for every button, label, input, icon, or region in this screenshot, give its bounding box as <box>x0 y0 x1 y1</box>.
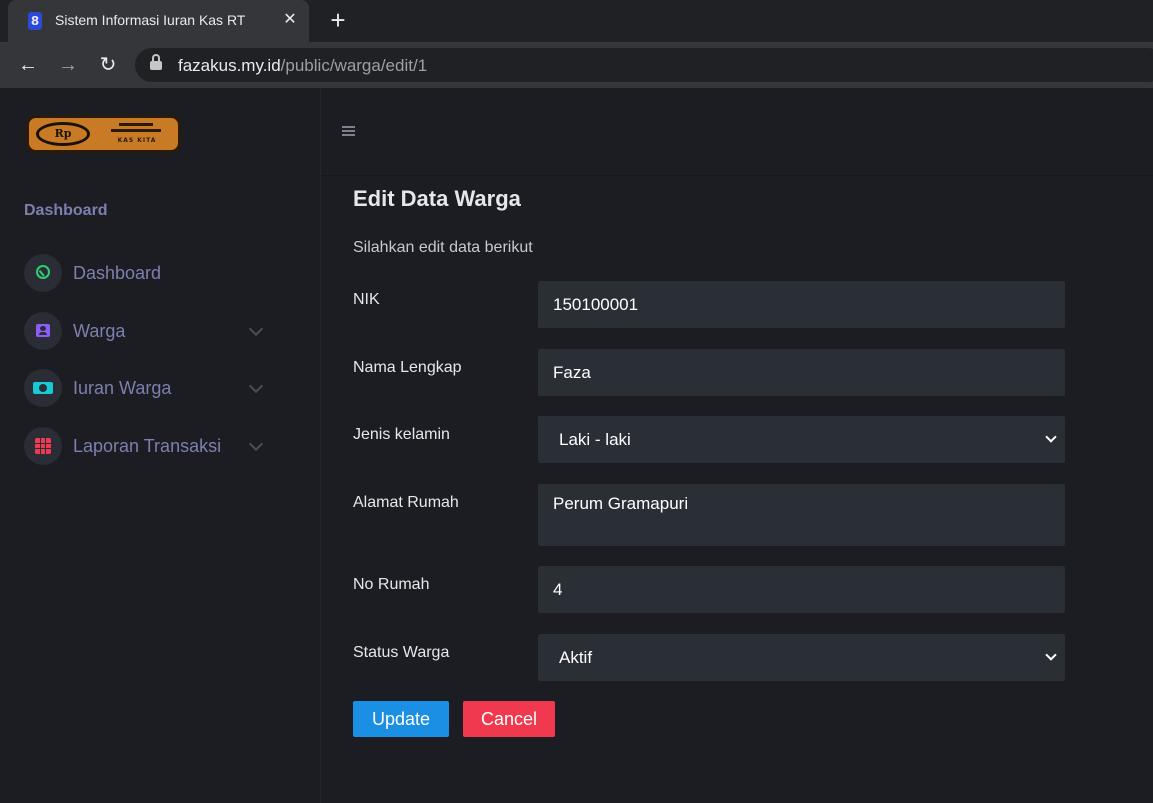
app-logo[interactable]: Rp KAS KITA <box>26 115 181 153</box>
chevron-down-icon <box>248 378 264 394</box>
cancel-button[interactable]: Cancel <box>463 701 555 737</box>
logo-coin-icon: Rp <box>36 122 90 146</box>
chevron-down-icon <box>248 321 264 337</box>
sidebar-item-label: Iuran Warga <box>73 378 172 398</box>
close-tab-icon[interactable]: ✕ <box>279 9 301 31</box>
status-warga-select[interactable]: Aktif <box>538 634 1065 681</box>
new-tab-icon[interactable]: + <box>325 7 351 34</box>
url-host: fazakus.my.id <box>178 56 281 75</box>
gauge-icon <box>24 254 62 292</box>
address-bar[interactable]: fazakus.my.id/public/warga/edit/1 <box>135 48 1153 82</box>
nama-lengkap-label: Nama Lengkap <box>353 359 462 376</box>
sidebar-item-label: Dashboard <box>73 263 162 283</box>
tab-title: Sistem Informasi Iuran Kas RT <box>55 12 246 28</box>
alamat-rumah-textarea[interactable]: Perum Gramapuri <box>538 484 1065 546</box>
browser-tab-bar: 8 Sistem Informasi Iuran Kas RT ✕ + <box>0 0 1153 42</box>
nik-label: NIK <box>353 291 380 308</box>
browser-tab[interactable]: 8 Sistem Informasi Iuran Kas RT ✕ <box>8 0 309 42</box>
top-navbar <box>322 88 1153 176</box>
back-arrow-icon[interactable]: ← <box>15 51 41 79</box>
status-warga-selected-value: Aktif <box>559 648 593 667</box>
forward-arrow-icon[interactable]: → <box>55 51 81 79</box>
url-text[interactable]: fazakus.my.id/public/warga/edit/1 <box>178 56 427 76</box>
page-subtitle: Silahkan edit data berikut <box>353 239 533 256</box>
person-card-icon <box>24 312 62 350</box>
main-content: Edit Data Warga Silahkan edit data berik… <box>322 177 1153 803</box>
sidebar-item-laporan-transaksi[interactable]: Laporan Transaksi <box>24 427 274 467</box>
no-rumah-label: No Rumah <box>353 576 430 593</box>
app-root: Rp KAS KITA Dashboard Dashboard Warga Iu… <box>0 88 1153 803</box>
logo-decoration <box>101 123 171 135</box>
sidebar-item-label: Laporan Transaksi <box>73 436 222 456</box>
page-title: Edit Data Warga <box>353 186 521 211</box>
update-button[interactable]: Update <box>353 701 449 737</box>
nik-field[interactable]: 150100001 <box>538 281 1065 328</box>
jenis-kelamin-label: Jenis kelamin <box>353 426 450 443</box>
sidebar-item-iuran-warga[interactable]: Iuran Warga <box>24 369 274 409</box>
logo-brand-text: KAS KITA <box>117 137 157 144</box>
hamburger-menu-icon[interactable] <box>342 126 355 136</box>
sidebar-item-warga[interactable]: Warga <box>24 312 274 352</box>
no-rumah-field[interactable]: 4 <box>538 566 1065 613</box>
jenis-kelamin-select[interactable]: Laki - laki <box>538 416 1065 463</box>
nama-lengkap-field[interactable]: Faza <box>538 349 1065 396</box>
favicon-icon: 8 <box>28 12 42 30</box>
chevron-down-icon <box>1045 431 1057 443</box>
table-icon <box>24 427 62 465</box>
lock-icon[interactable] <box>150 54 162 71</box>
browser-toolbar: ← → ↻ fazakus.my.id/public/warga/edit/1 <box>0 42 1153 88</box>
sidebar-item-dashboard[interactable]: Dashboard <box>24 254 274 294</box>
url-path: /public/warga/edit/1 <box>280 56 428 75</box>
alamat-rumah-label: Alamat Rumah <box>353 494 459 511</box>
sidebar-section-title: Dashboard <box>24 202 108 219</box>
sidebar-item-label: Warga <box>73 321 126 341</box>
chevron-down-icon <box>248 436 264 452</box>
status-warga-label: Status Warga <box>353 644 450 661</box>
chevron-down-icon <box>1045 649 1057 661</box>
money-icon <box>24 369 62 407</box>
reload-icon[interactable]: ↻ <box>95 51 121 79</box>
jenis-kelamin-selected-value: Laki - laki <box>559 430 631 449</box>
sidebar: Rp KAS KITA Dashboard Dashboard Warga Iu… <box>0 88 321 803</box>
